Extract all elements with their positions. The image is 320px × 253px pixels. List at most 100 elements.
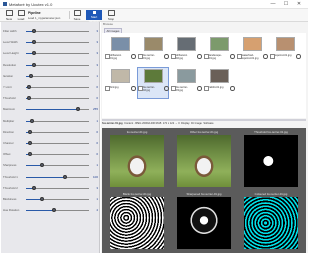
minimize-button[interactable]: —	[268, 1, 278, 7]
pipeline-label: Pipeline	[28, 11, 41, 15]
thumbnail-item[interactable]: driftwood-02.jpg	[171, 36, 202, 66]
slider-knob[interactable]	[40, 163, 45, 168]
zoom-icon[interactable]	[164, 54, 169, 59]
close-button[interactable]: ✕	[294, 1, 304, 7]
thumbnail-item[interactable]: waterfowl-squirrel-01.jpg	[237, 36, 268, 66]
slider-value: 0	[96, 129, 98, 134]
slider-label: Threshold 1	[3, 174, 18, 179]
result-panel[interactable]: Sharpened fox-terrier-01.jpg	[172, 192, 236, 251]
slider-label: Blockiness	[3, 197, 17, 201]
result-panel[interactable]: Threshold fox-terrier-01.jpg	[239, 130, 303, 189]
slider-knob[interactable]	[27, 141, 32, 145]
toolbar: New Load Pipeline Load 1_myparameter.jso…	[0, 9, 308, 23]
info-software-label: Software	[203, 122, 214, 125]
thumbnail-name: driftwood-01.jpg	[110, 54, 122, 60]
result-panel[interactable]: Other fox-terrier-01.jpg	[172, 130, 236, 189]
result-image	[244, 197, 298, 249]
zoom-icon[interactable]	[263, 54, 268, 59]
thumbnail-item[interactable]: landscape-01.jpg	[204, 36, 235, 66]
slider-knob[interactable]	[75, 107, 80, 112]
parameter-panel: Filter width 3 Level Width 3 Level Height 3 Re…	[1, 22, 100, 253]
slider-track[interactable]	[26, 152, 89, 157]
result-panel[interactable]: fox-terrier-01.jpg	[105, 130, 169, 189]
new-label: New	[5, 17, 12, 21]
stop-button[interactable]: Stop	[104, 10, 118, 21]
slider-track[interactable]	[26, 208, 89, 213]
slider-label: Level Height	[3, 51, 19, 56]
slider-row: Level Height 3	[3, 49, 98, 57]
thumbnail-item[interactable]: bird.jpg	[105, 68, 136, 98]
thumbnail-item[interactable]: fox-terrier-02.jpg	[137, 67, 169, 99]
zoom-icon[interactable]	[131, 86, 136, 91]
slider-knob[interactable]	[31, 51, 36, 56]
slider-track[interactable]	[26, 163, 89, 168]
thumbnail-name: fox-terrier-03.jpg	[176, 86, 188, 92]
slider-knob[interactable]	[26, 96, 31, 101]
slider-knob[interactable]	[27, 129, 32, 134]
result-panel[interactable]: Blank fox-terrier-01.jpg	[105, 192, 169, 251]
zoom-icon[interactable]	[164, 86, 169, 91]
slider-knob[interactable]	[52, 208, 57, 213]
slider-knob[interactable]	[31, 185, 36, 190]
splitter[interactable]	[102, 119, 306, 121]
thumbnail-item[interactable]: squirrel-01.jpg	[270, 36, 301, 66]
thumbnail-image	[177, 37, 196, 51]
slider-row: Blockiness 1	[3, 195, 98, 203]
slider-row: Filter width 3	[3, 27, 98, 35]
thumbnail-name: squirrel-01.jpg	[275, 54, 292, 57]
maximize-button[interactable]: ☐	[281, 1, 291, 7]
slider-knob[interactable]	[29, 73, 34, 78]
slider-value: 1	[96, 73, 98, 78]
slider-track[interactable]	[26, 40, 89, 45]
slider-track[interactable]	[26, 51, 89, 56]
load-button[interactable]: Load	[14, 10, 28, 21]
slider-track[interactable]	[26, 62, 89, 67]
slider-track[interactable]	[26, 197, 89, 201]
slider-track[interactable]	[26, 118, 89, 123]
slider-track[interactable]	[26, 174, 89, 179]
thumbnail-item[interactable]: rabbit-01.jpg	[204, 68, 235, 98]
save-button[interactable]: Save	[70, 10, 84, 21]
slider-knob[interactable]	[31, 40, 36, 45]
slider-knob[interactable]	[31, 29, 36, 33]
slider-knob[interactable]	[30, 118, 35, 123]
zoom-icon[interactable]	[230, 86, 235, 91]
slider-track[interactable]	[26, 141, 89, 145]
slider-row: Iteration 1	[3, 72, 98, 80]
slider-knob[interactable]	[27, 152, 32, 157]
slider-knob[interactable]	[63, 174, 68, 179]
slider-knob[interactable]	[31, 62, 36, 67]
thumbnail-item[interactable]: driftwood-01.jpg	[105, 36, 136, 66]
slider-row: Y Limit 0	[3, 83, 98, 91]
slider-fill	[26, 109, 78, 111]
slider-knob[interactable]	[26, 85, 31, 89]
image-browser: driftwood-01.jpg fox-terrier-01.jpg driftw…	[102, 33, 306, 118]
result-image	[244, 135, 298, 187]
slider-row: Threshold 2 3	[3, 184, 98, 192]
thumbnail-image	[144, 37, 163, 51]
zoom-icon[interactable]	[230, 54, 235, 59]
slider-track[interactable]	[26, 96, 89, 101]
zoom-icon[interactable]	[197, 54, 202, 59]
zoom-icon[interactable]	[296, 54, 301, 59]
zoom-icon[interactable]	[131, 54, 136, 59]
slider-track[interactable]	[26, 73, 89, 78]
pipeline-selector[interactable]: Pipeline Load 1_myparameter.json	[28, 10, 68, 20]
thumbnail-name: rabbit-01.jpg	[209, 86, 224, 89]
start-session-button[interactable]: Start Session	[86, 10, 102, 23]
slider-track[interactable]	[26, 185, 89, 190]
slider-label: Channel	[3, 141, 14, 145]
slider-row: Level Width 3	[3, 38, 98, 46]
slider-track[interactable]	[26, 107, 89, 112]
slider-value: 0	[96, 152, 98, 157]
zoom-icon[interactable]	[197, 86, 202, 91]
result-panel[interactable]: Coloured fox-terrier-01.jpg	[239, 192, 303, 251]
slider-track[interactable]	[26, 129, 89, 134]
slider-track[interactable]	[26, 29, 89, 33]
slider-knob[interactable]	[40, 197, 45, 201]
slider-row: Multiplier 1	[3, 117, 98, 125]
slider-label: Threshold	[3, 96, 16, 101]
thumbnail-item[interactable]: fox-terrier-01.jpg	[138, 36, 169, 66]
slider-track[interactable]	[26, 85, 89, 89]
thumbnail-item[interactable]: fox-terrier-03.jpg	[171, 68, 202, 98]
